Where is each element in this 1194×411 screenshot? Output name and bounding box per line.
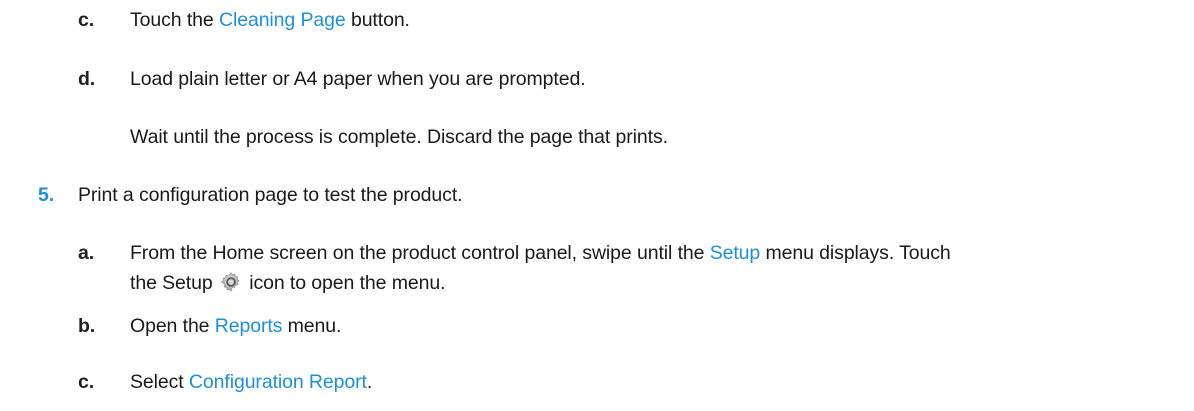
manual-page: c. Touch the Cleaning Page button. d. Lo… [0,0,1194,411]
text-segment: Touch the [130,9,219,31]
text-segment: Select [130,371,189,393]
gear-icon [221,272,240,292]
note-text: Wait until the process is complete. Disc… [130,126,668,148]
text-segment: icon to open the menu. [243,272,446,294]
substep-text: Load plain letter or A4 paper when you a… [130,68,586,90]
step-text: Print a configuration page to test the p… [78,184,463,206]
substep-marker: d. [78,68,96,90]
substep-marker: b. [78,315,96,337]
text-segment: menu displays. Touch [760,242,951,264]
text-segment: menu. [282,315,342,337]
configuration-report-link[interactable]: Configuration Report [189,371,367,393]
substep-text-line1: From the Home screen on the product cont… [130,238,951,268]
reports-link[interactable]: Reports [215,315,283,337]
substep-text-line2: the Setup icon to open the menu. [130,268,446,298]
substep-text: Select Configuration Report. [130,367,372,397]
text-segment: button. [345,9,410,31]
text-segment: Open the [130,315,215,337]
substep-marker: c. [78,371,95,393]
substep-marker: c. [78,9,95,31]
text-segment: . [366,371,373,393]
text-segment: the Setup [130,272,218,294]
cleaning-page-link[interactable]: Cleaning Page [219,9,346,31]
substep-text: Touch the Cleaning Page button. [130,5,410,35]
step-number: 5. [38,184,55,206]
text-segment: From the Home screen on the product cont… [130,242,710,264]
substep-text: Open the Reports menu. [130,311,341,341]
substep-marker: a. [78,242,95,264]
setup-link[interactable]: Setup [710,242,761,264]
